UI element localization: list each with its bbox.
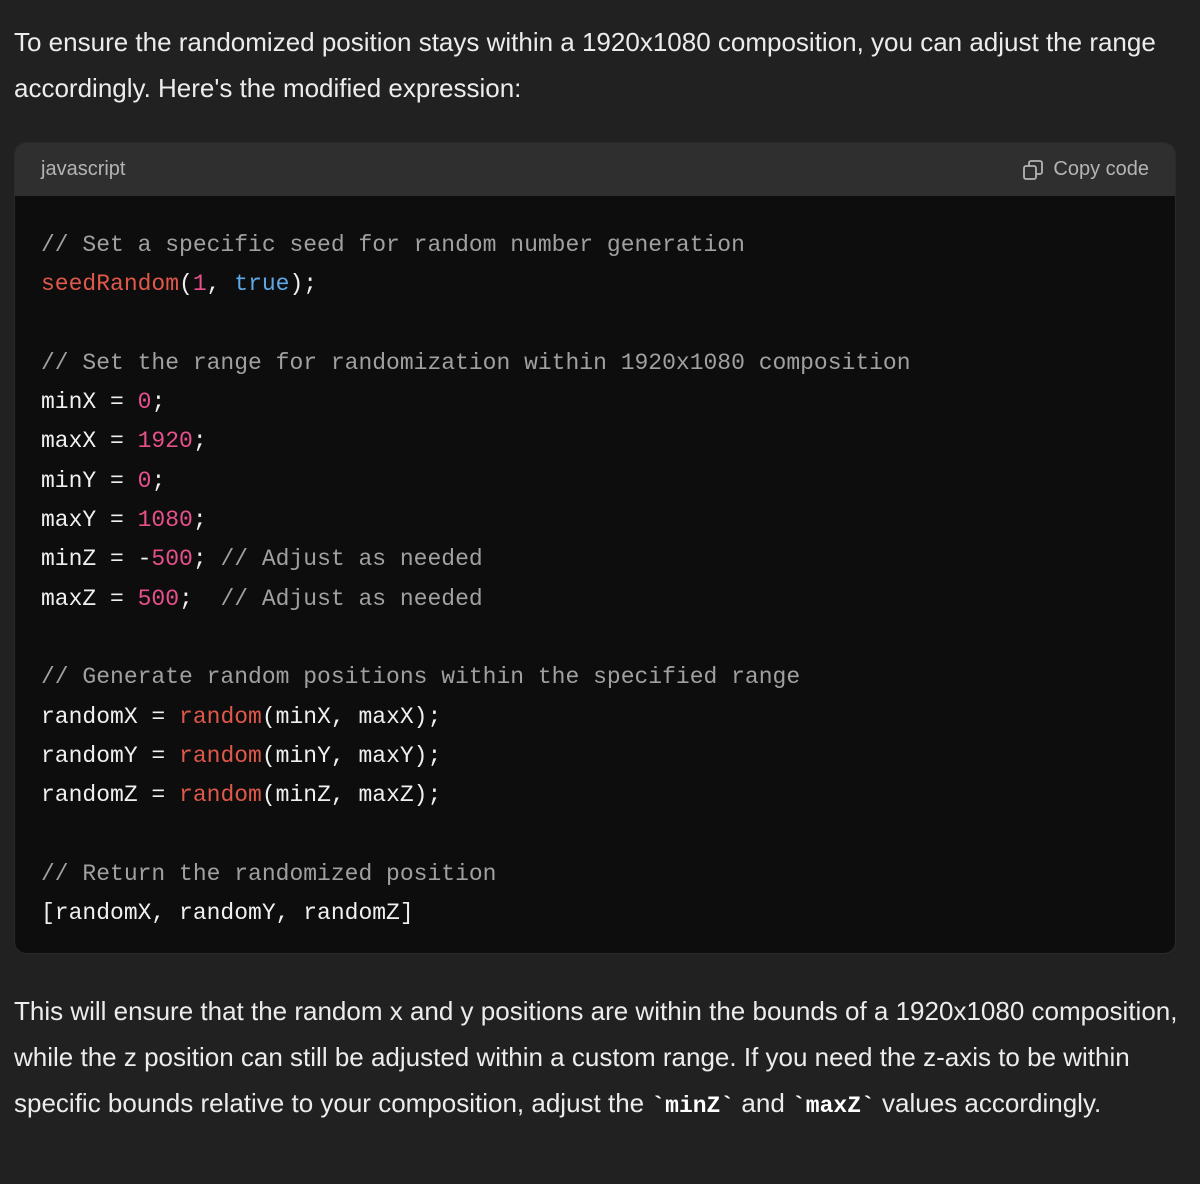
code-token-plain: ( [179,271,193,298]
code-line: [randomX, randomY, randomZ] [41,894,1175,933]
code-token-plain: randomZ = [41,782,180,809]
code-language-label: javascript [41,158,126,180]
code-line: randomZ = random(minZ, maxZ); [41,776,1175,815]
code-line: // Generate random positions within the … [41,658,1175,697]
code-token-fn: random [179,703,262,730]
code-token-plain: [randomX, randomY, randomZ] [41,900,414,927]
code-token-plain: ; [151,467,166,494]
code-token-plain: ; [151,389,166,416]
code-token-plain: maxX = [41,428,138,455]
copy-code-label: Copy code [1053,158,1149,180]
intro-paragraph: To ensure the randomized position stays … [14,27,1156,103]
code-token-plain: ; [179,585,221,612]
code-line: // Set a specific seed for random number… [41,226,1175,265]
copy-icon [1021,158,1045,182]
code-token-num: 0 [137,389,152,416]
code-token-plain: maxZ = [41,585,138,612]
code-token-plain: , [206,271,235,298]
code-token-fn: random [179,742,262,769]
code-line: maxZ = 500; // Adjust as needed [41,580,1175,619]
inline-code-maxz: `maxZ` [792,1093,875,1119]
code-token-plain: ; [192,428,207,455]
code-line: maxX = 1920; [41,422,1175,461]
code-token-plain: minY = [41,467,138,494]
code-token-fn: random [179,782,262,809]
outro-text: values accordingly. [874,1088,1102,1118]
code-line: minY = 0; [41,462,1175,501]
code-token-num: 500 [137,585,180,612]
code-token-plain: (minZ, maxZ); [261,782,442,809]
outro-text: and [734,1088,792,1118]
code-line: maxY = 1080; [41,501,1175,540]
code-token-plain: (minX, maxX); [261,703,442,730]
code-token-comment: // Adjust as needed [220,546,483,573]
code-token-comment: // Set the range for randomization withi… [41,349,911,376]
code-block: javascript Copy code // Set a specific s… [14,142,1176,954]
code-line: minZ = -500; // Adjust as needed [41,540,1175,579]
code-line: seedRandom(1, true); [41,265,1175,304]
code-token-num: 0 [137,467,152,494]
code-token-plain: ; [192,546,221,573]
code-token-num: 500 [151,546,193,573]
code-token-num: 1920 [137,428,193,455]
inline-code-minz: `minZ` [651,1093,735,1119]
code-token-comment: // Return the randomized position [41,860,497,887]
code-token-plain: minZ = - [41,546,152,573]
code-token-bool: true [234,271,290,298]
code-line: randomY = random(minY, maxY); [41,737,1175,776]
code-line: // Set the range for randomization withi… [41,344,1175,383]
code-token-plain: randomY = [41,742,180,769]
code-token-plain: ; [192,507,207,534]
code-token-num: 1 [192,271,207,298]
code-line: minX = 0; [41,383,1175,422]
code-token-plain: ); [289,271,318,298]
code-token-plain: minX = [41,389,138,416]
outro-paragraph: This will ensure that the random x and y… [14,988,1184,1129]
code-token-plain: (minY, maxY); [261,742,442,769]
code-token-plain: maxY = [41,507,138,534]
code-token-fn: seedRandom [41,271,180,298]
copy-code-button[interactable]: Copy code [1021,158,1149,182]
code-token-comment: // Generate random positions within the … [41,664,801,691]
code-token-plain: randomX = [41,703,180,730]
code-token-comment: // Set a specific seed for random number… [41,232,745,258]
code-block-header: javascript Copy code [15,143,1175,196]
code-token-comment: // Adjust as needed [220,585,483,612]
code-content[interactable]: // Set a specific seed for random number… [15,196,1175,933]
code-line: // Return the randomized position [41,855,1175,894]
code-line: randomX = random(minX, maxX); [41,698,1175,737]
code-token-num: 1080 [137,507,193,534]
